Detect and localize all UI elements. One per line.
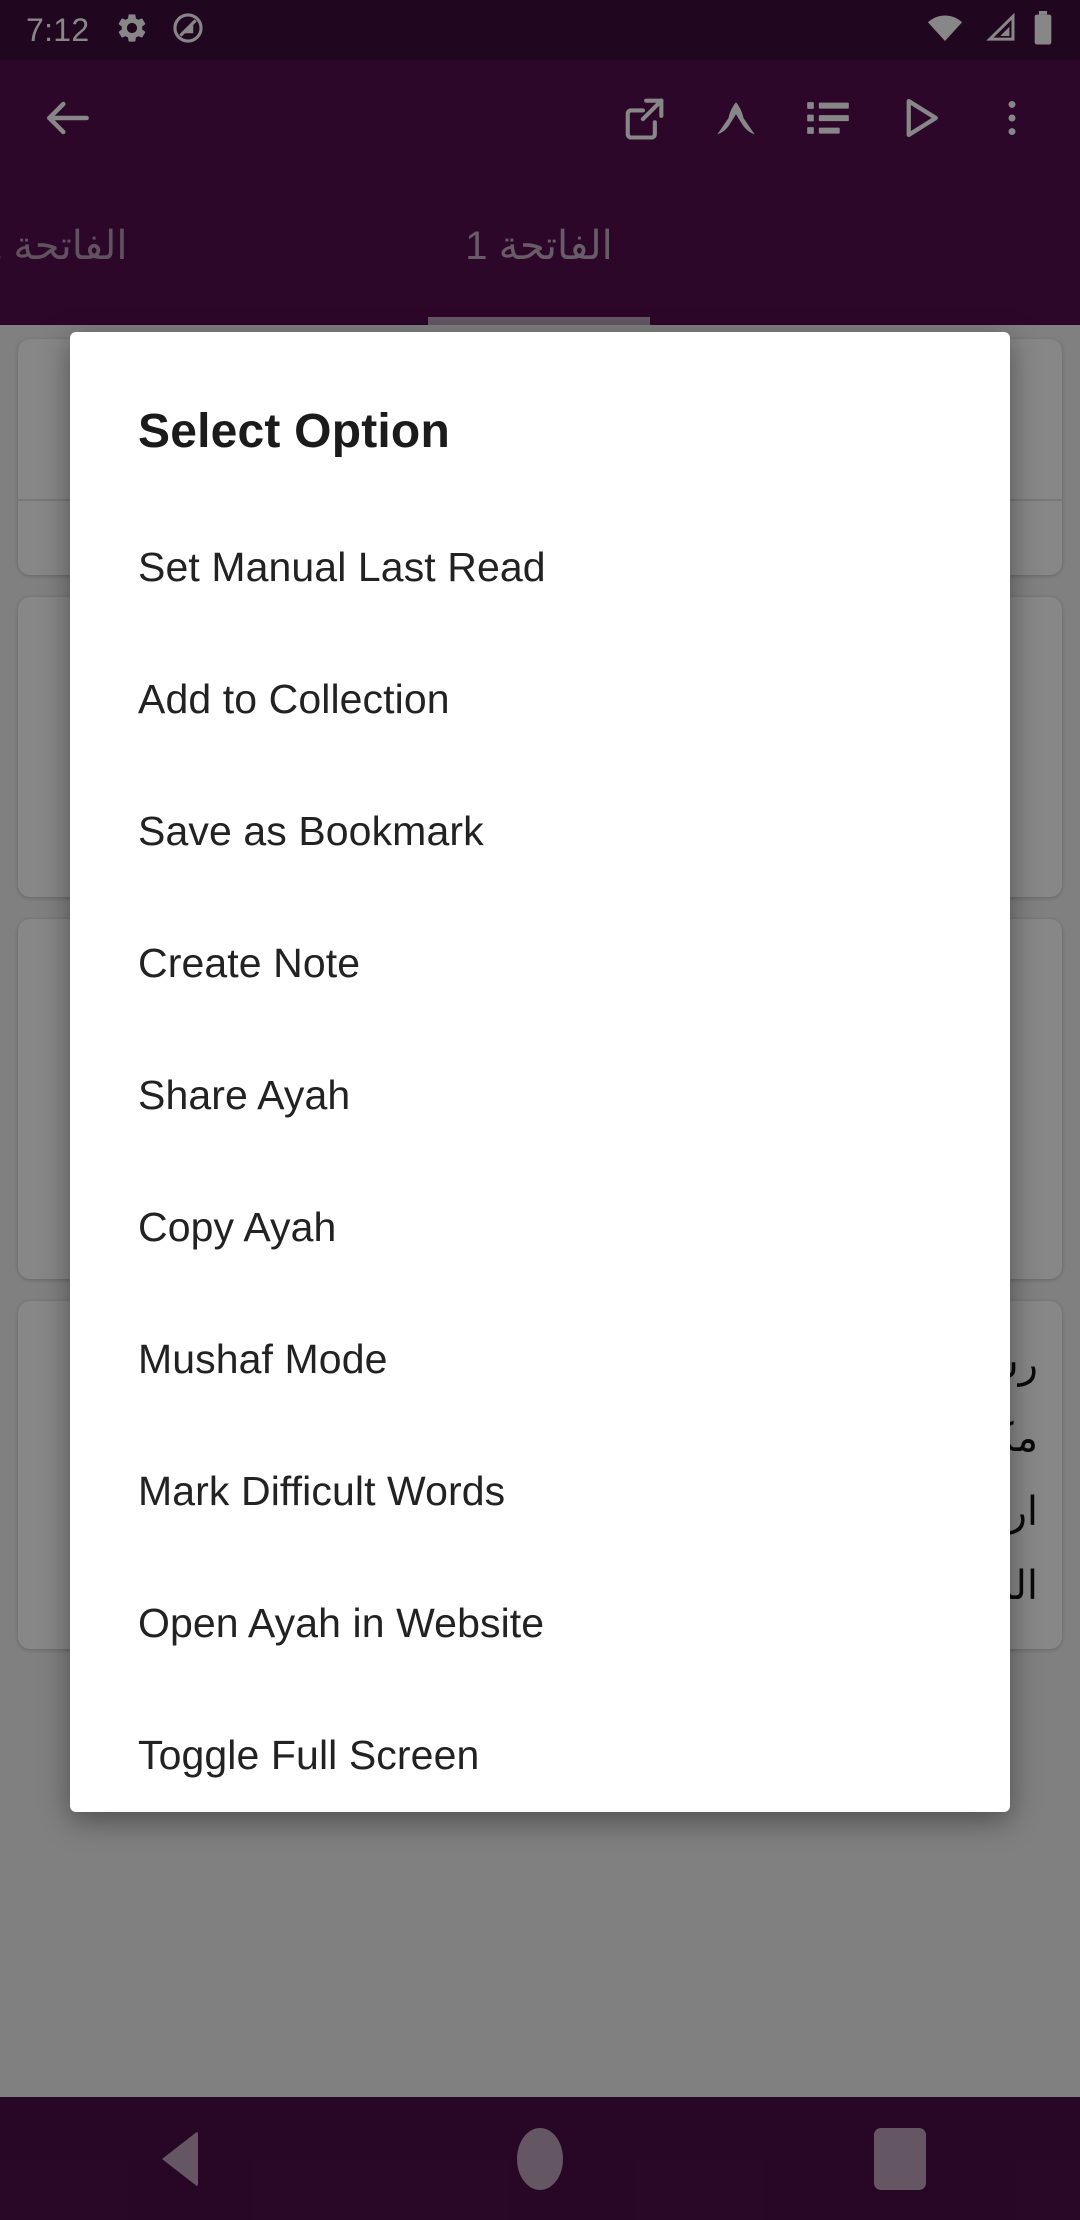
- phone-screen: 7:12 الفاتحة الفاتحة 1 Select Option Set…: [0, 0, 1080, 2220]
- menu-item-mark-difficult-words[interactable]: Mark Difficult Words: [70, 1425, 1010, 1557]
- menu-item-mushaf-mode[interactable]: Mushaf Mode: [70, 1293, 1010, 1425]
- menu-item-open-ayah-in-website[interactable]: Open Ayah in Website: [70, 1557, 1010, 1689]
- dialog-title: Select Option: [138, 405, 450, 458]
- menu-item-create-note[interactable]: Create Note: [70, 897, 1010, 1029]
- menu-item-add-to-collection[interactable]: Add to Collection: [70, 633, 1010, 765]
- menu-item-copy-ayah[interactable]: Copy Ayah: [70, 1161, 1010, 1293]
- menu-item-toggle-full-screen[interactable]: Toggle Full Screen: [70, 1689, 1010, 1812]
- menu-item-save-as-bookmark[interactable]: Save as Bookmark: [70, 765, 1010, 897]
- menu-item-share-ayah[interactable]: Share Ayah: [70, 1029, 1010, 1161]
- select-option-dialog: Select Option Set Manual Last Read Add t…: [70, 332, 1010, 1812]
- menu-item-set-manual-last-read[interactable]: Set Manual Last Read: [70, 501, 1010, 633]
- dialog-option-list: Set Manual Last Read Add to Collection S…: [70, 501, 1010, 1812]
